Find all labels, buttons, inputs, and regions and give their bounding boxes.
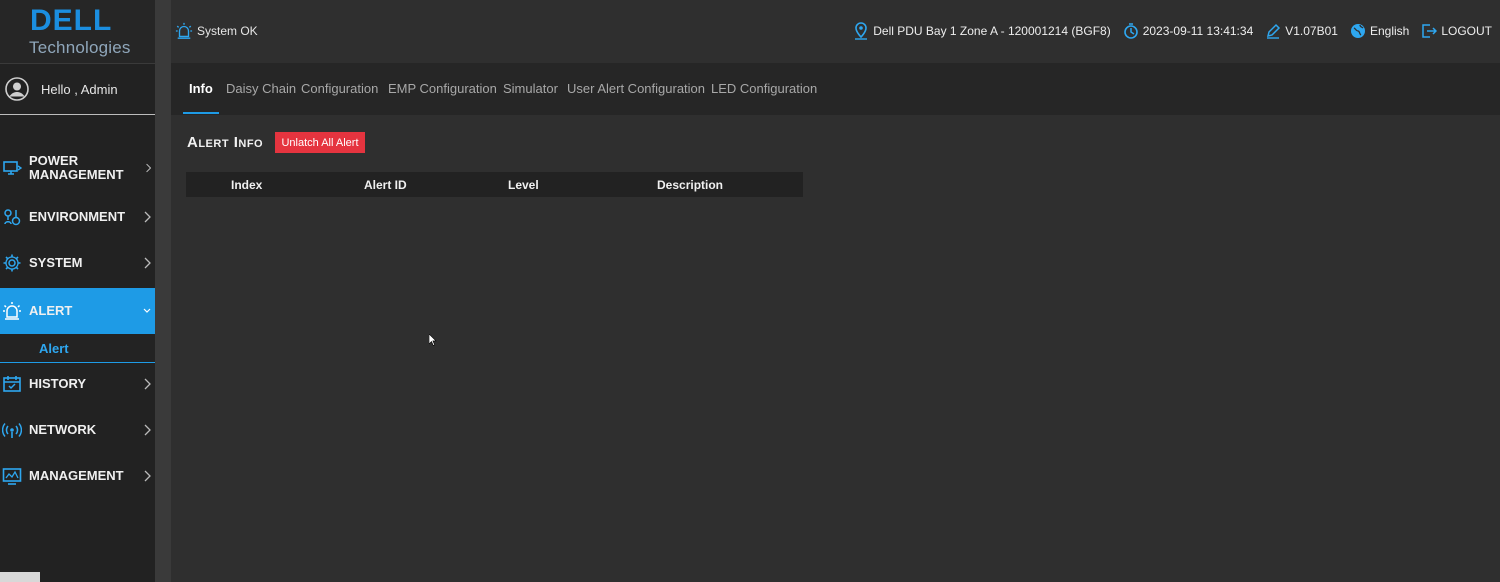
sidebar-item-history[interactable]: HISTORY [0, 371, 155, 397]
column-header-description[interactable]: Description [657, 178, 723, 192]
brand-tagline: Technologies [29, 38, 131, 57]
sidebar-item-alert[interactable]: ALERT [0, 288, 155, 334]
tab-configuration[interactable]: Configuration [301, 63, 378, 115]
sidebar-item-management[interactable]: MANAGEMENT [0, 463, 155, 489]
browser-status-tooltip [0, 572, 40, 582]
tab-user-alert-configuration[interactable]: User Alert Configuration [567, 63, 705, 115]
tab-emp-configuration[interactable]: EMP Configuration [388, 63, 497, 115]
system-clock: 2023-09-11 13:41:34 [1123, 22, 1254, 40]
sidebar-item-system[interactable]: SYSTEM [0, 250, 155, 276]
datetime-text: 2023-09-11 13:41:34 [1142, 24, 1254, 38]
column-header-level[interactable]: Level [508, 178, 539, 192]
brand-logo[interactable]: DELL Technologies [0, 0, 155, 64]
unlatch-all-alert-button[interactable]: Unlatch All Alert [275, 132, 365, 153]
user-greeting: Hello , Admin [41, 81, 118, 97]
tab-simulator[interactable]: Simulator [503, 63, 558, 115]
clock-icon [1123, 23, 1138, 39]
avatar-icon [5, 77, 29, 101]
header-info: Dell PDU Bay 1 Zone A - 120001214 (BGF8)… [841, 22, 1492, 40]
tab-led-configuration[interactable]: LED Configuration [711, 63, 817, 115]
version-text: V1.07B01 [1285, 24, 1338, 38]
user-greeting-bar: Hello , Admin [0, 64, 155, 115]
management-monitor-icon [2, 468, 22, 485]
system-status-text: System OK [197, 24, 258, 38]
alert-table-header: Index Alert ID Level Description [186, 172, 803, 197]
alarm-light-icon [3, 302, 21, 320]
firmware-version[interactable]: V1.07B01 [1265, 23, 1338, 39]
power-monitor-icon [3, 161, 22, 175]
location-pin-icon [855, 22, 868, 40]
sidebar-item-environment[interactable]: ENVIRONMENT [0, 204, 155, 230]
alarm-light-icon [175, 22, 193, 39]
logout-button[interactable]: LOGOUT [1421, 23, 1492, 39]
environment-icon [4, 209, 21, 226]
sidebar-item-label: ALERT [29, 303, 73, 318]
system-status[interactable]: System OK [175, 22, 258, 40]
tab-info[interactable]: Info [183, 63, 219, 115]
sidebar-item-label: SYSTEM [29, 255, 83, 270]
top-header: System OK Dell PDU Bay 1 Zone A - 120001… [171, 0, 1500, 63]
chevron-right-icon [144, 424, 151, 436]
sidebar-item-label: NETWORK [29, 422, 97, 437]
language-text: English [1369, 24, 1410, 38]
tab-daisy-chain[interactable]: Daisy Chain [226, 63, 296, 115]
logout-text: LOGOUT [1441, 24, 1492, 38]
chevron-down-icon [143, 308, 151, 313]
wireless-icon [2, 423, 22, 438]
pdu-location-text: Dell PDU Bay 1 Zone A - 120001214 (BGF8) [873, 24, 1111, 38]
alert-info-title: Alert Info [187, 134, 264, 151]
sidebar-item-label: MANAGEMENT [29, 468, 124, 483]
sidebar-subitem-alert[interactable]: Alert [0, 334, 155, 363]
sidebar-item-network[interactable]: NETWORK [0, 417, 155, 443]
chevron-right-icon [144, 257, 151, 269]
column-header-alert-id[interactable]: Alert ID [364, 178, 407, 192]
logout-icon [1422, 24, 1438, 38]
language-selector[interactable]: English [1350, 23, 1409, 39]
pencil-icon [1267, 23, 1281, 39]
sidebar-item-label: ENVIRONMENT [29, 209, 126, 224]
sidebar-separator [155, 0, 171, 582]
chevron-right-icon [144, 378, 151, 390]
chevron-right-icon [145, 163, 151, 173]
globe-icon [1350, 24, 1365, 38]
chevron-right-icon [144, 470, 151, 482]
column-header-index[interactable]: Index [231, 178, 262, 192]
sidebar-item-power-management[interactable]: POWER MANAGEMENT [0, 146, 155, 190]
gear-icon [3, 254, 21, 272]
chevron-right-icon [144, 211, 151, 223]
sidebar-item-label: HISTORY [29, 376, 87, 391]
mouse-cursor-icon [429, 334, 437, 346]
sidebar-item-label: POWER MANAGEMENT [29, 153, 124, 182]
sidebar-subitem-label: Alert [39, 341, 69, 356]
brand-name: DELL [30, 4, 113, 37]
sidebar: DELL Technologies Hello , Admin POWER MA… [0, 0, 155, 582]
tab-bar: Info Daisy Chain Configuration EMP Confi… [171, 63, 1500, 115]
calendar-icon [3, 376, 21, 392]
pdu-location[interactable]: Dell PDU Bay 1 Zone A - 120001214 (BGF8) [853, 22, 1111, 40]
